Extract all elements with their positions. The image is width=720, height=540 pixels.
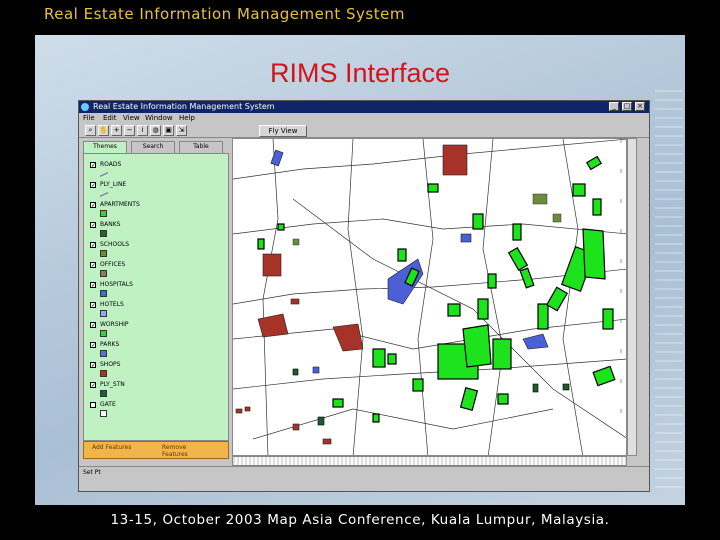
fly-view-button[interactable]: Fly View [259,125,307,137]
slide-header-text: Real Estate Information Management Syste… [44,5,405,23]
color-swatch [100,290,107,297]
color-swatch [100,250,107,257]
slide-footer: 13-15, October 2003 Map Asia Conference,… [110,512,610,528]
menu-view[interactable]: View [123,114,140,122]
map-canvas[interactable] [233,139,627,456]
menu-file[interactable]: File [83,114,95,122]
layer-banks[interactable]: ✓ BANKS [90,221,220,242]
layer-checkbox[interactable]: ✓ [90,202,96,209]
vertical-scrollbar[interactable] [627,138,637,456]
zoom-in-icon[interactable]: + [111,125,122,136]
add-features-button[interactable]: Add Features [92,444,132,451]
layer-checkbox[interactable]: ✓ [90,362,96,369]
select-icon[interactable]: ▣ [163,125,174,136]
layer-hospitals[interactable]: ✓ HOSPITALS [90,281,220,302]
layer-checkbox[interactable]: ✓ [90,342,96,349]
layer-legend: ✓ ROADS ✓ PLY_LINE ✓ APARTMENTS ✓ BANKS … [83,153,229,441]
color-swatch [100,210,107,217]
pan-icon[interactable]: ✋ [98,125,109,136]
decorative-stripes [655,90,683,490]
slide-title: RIMS Interface [269,58,451,88]
layer-checkbox[interactable]: ✓ [90,382,96,389]
globe-icon[interactable]: ◍ [150,125,161,136]
close-button[interactable]: × [635,102,645,111]
layer-label: SHOPS [100,361,121,368]
layer-label: HOTELS [100,301,124,308]
apartments-layer [257,155,616,423]
line-swatch-icon [100,189,108,197]
measure-icon[interactable]: ⇲ [176,125,187,136]
layer-checkbox[interactable]: ✓ [90,322,96,329]
layer-label: GATE [100,401,116,408]
layer-label: SCHOOLS [100,241,130,248]
layer-checkbox[interactable]: ✓ [90,162,96,169]
layer-label: APARTMENTS [100,201,140,208]
layer-checkbox[interactable]: ✓ [90,282,96,289]
layer-checkbox[interactable]: ✓ [90,222,96,229]
info-icon[interactable]: i [137,125,148,136]
layer-label: HOSPITALS [100,281,133,288]
layer-label: PARKS [100,341,120,348]
zoom-icon[interactable]: ⌕ [85,125,96,136]
minimize-button[interactable]: _ [609,102,619,111]
layer-parks[interactable]: ✓ PARKS [90,341,220,362]
zoom-out-icon[interactable]: − [124,125,135,136]
color-swatch [100,310,107,317]
menubar: File Edit View Window Help [79,113,649,123]
maximize-button[interactable]: □ [622,102,632,111]
color-swatch [100,270,107,277]
layer-shops[interactable]: ✓ SHOPS [90,361,220,382]
layer-roads[interactable]: ✓ ROADS [90,161,220,182]
layer-gate[interactable]: GATE [90,401,220,422]
layer-apartments[interactable]: ✓ APARTMENTS [90,201,220,222]
status-bar: Set Pt [79,466,649,478]
map-view[interactable] [232,138,627,456]
window-titlebar[interactable]: Real Estate Information Management Syste… [79,101,649,113]
color-swatch [100,390,107,397]
layer-checkbox[interactable]: ✓ [90,182,96,189]
color-swatch [100,330,107,337]
color-swatch [100,370,107,377]
layer-checkbox[interactable]: ✓ [90,262,96,269]
layer-ply-line[interactable]: ✓ PLY_LINE [90,181,220,202]
layer-worship[interactable]: ✓ WORSHIP [90,321,220,342]
layer-checkbox[interactable]: ✓ [90,242,96,249]
menu-window[interactable]: Window [145,114,173,122]
layer-checkbox[interactable]: ✓ [90,302,96,309]
banks-layer [292,368,570,426]
status-text: Set Pt [83,469,101,476]
layer-schools[interactable]: ✓ SCHOOLS [90,241,220,262]
layer-label: PLY_LINE [100,181,127,188]
layer-ply-stn[interactable]: ✓ PLY_STN [90,381,220,402]
app-icon [81,103,89,111]
color-swatch [100,350,107,357]
layer-label: OFFICES [100,261,126,268]
line-swatch-icon [100,169,108,177]
layer-label: ROADS [100,161,122,168]
app-window: Real Estate Information Management Syste… [78,100,650,492]
color-swatch [100,230,107,237]
menu-edit[interactable]: Edit [103,114,117,122]
layer-label: BANKS [100,221,121,228]
menu-help[interactable]: Help [179,114,195,122]
window-title: Real Estate Information Management Syste… [93,102,275,111]
feature-bar: Add Features Remove Features [83,441,229,459]
tab-table[interactable]: Table [179,141,223,153]
layer-offices[interactable]: ✓ OFFICES [90,261,220,282]
layer-label: WORSHIP [100,321,129,328]
color-swatch [100,410,107,417]
layer-hotels[interactable]: ✓ HOTELS [90,301,220,322]
horizontal-scrollbar[interactable] [232,456,627,466]
layer-checkbox[interactable] [90,402,96,408]
slide-header: Real Estate Information Management Syste… [0,0,720,30]
toolbar: ⌕ ✋ + − i ◍ ▣ ⇲ Fly View [79,124,649,138]
remove-features-button[interactable]: Remove Features [162,444,212,458]
side-tabs: Themes Search Table [83,141,229,154]
layer-label: PLY_STN [100,381,125,388]
tab-search[interactable]: Search [131,141,175,153]
